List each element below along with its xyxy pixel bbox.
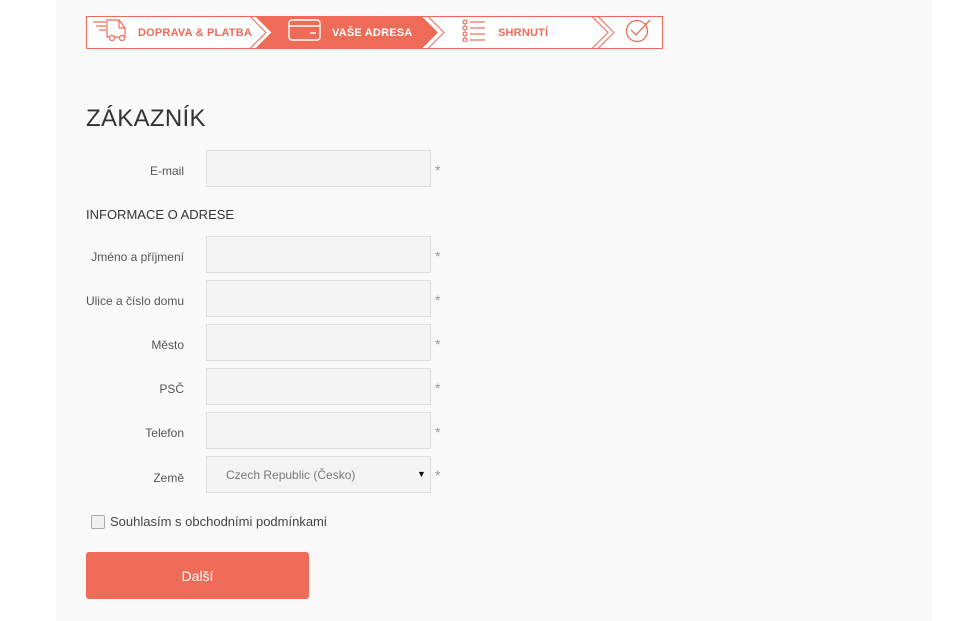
city-row: Město *: [86, 324, 486, 361]
step-your-address[interactable]: VAŠE ADRESA: [288, 16, 412, 49]
address-heading: INFORMACE O ADRESE: [86, 207, 235, 222]
required-mark: *: [435, 292, 441, 308]
step-label: VAŠE ADRESA: [332, 26, 413, 39]
required-mark: *: [435, 424, 441, 440]
terms-checkbox[interactable]: [91, 514, 105, 529]
list-icon: [462, 18, 486, 47]
phone-row: Telefon *: [86, 412, 486, 449]
required-mark: *: [435, 336, 441, 352]
street-label: Ulice a číslo domu: [85, 294, 184, 308]
credit-card-icon: [288, 18, 322, 47]
zip-field[interactable]: [206, 368, 431, 405]
name-label: Jméno a příjmení: [91, 250, 184, 264]
step-summary[interactable]: SHRNUTÍ: [462, 16, 548, 49]
phone-field[interactable]: [206, 412, 431, 449]
email-field[interactable]: [206, 150, 431, 187]
step-label: SHRNUTÍ: [498, 26, 549, 39]
street-row: Ulice a číslo domu *: [86, 280, 486, 317]
street-field[interactable]: [206, 280, 431, 317]
checkout-steps: DOPRAVA & PLATBA VAŠE ADRESA SHRNUTÍ: [86, 16, 663, 49]
terms-label: Souhlasím s obchodními podmínkami: [110, 514, 327, 529]
name-field[interactable]: [206, 236, 431, 273]
customer-heading: ZÁKAZNÍK: [86, 105, 206, 132]
required-mark: *: [435, 162, 441, 178]
checkmark-icon: [624, 17, 652, 48]
name-row: Jméno a příjmení *: [86, 236, 486, 273]
email-label: E-mail: [149, 164, 184, 178]
terms-consent[interactable]: Souhlasím s obchodními podmínkami: [91, 514, 327, 529]
zip-label: PSČ: [159, 382, 184, 396]
email-row: E-mail *: [86, 150, 486, 187]
required-mark: *: [435, 467, 441, 483]
city-label: Město: [151, 338, 184, 352]
next-button[interactable]: Další: [86, 552, 309, 599]
step-confirmation[interactable]: [624, 16, 652, 49]
step-delivery-payment[interactable]: DOPRAVA & PLATBA: [92, 16, 252, 49]
required-mark: *: [435, 248, 441, 264]
country-label: Země: [153, 471, 184, 485]
step-label: DOPRAVA & PLATBA: [138, 26, 253, 39]
country-select[interactable]: Czech Republic (Česko): [206, 456, 431, 493]
phone-label: Telefon: [145, 426, 184, 440]
delivery-truck-icon: [92, 17, 130, 48]
zip-row: PSČ *: [86, 368, 486, 405]
country-row: Země Czech Republic (Česko) ▼ *: [86, 456, 486, 493]
city-field[interactable]: [206, 324, 431, 361]
required-mark: *: [435, 380, 441, 396]
